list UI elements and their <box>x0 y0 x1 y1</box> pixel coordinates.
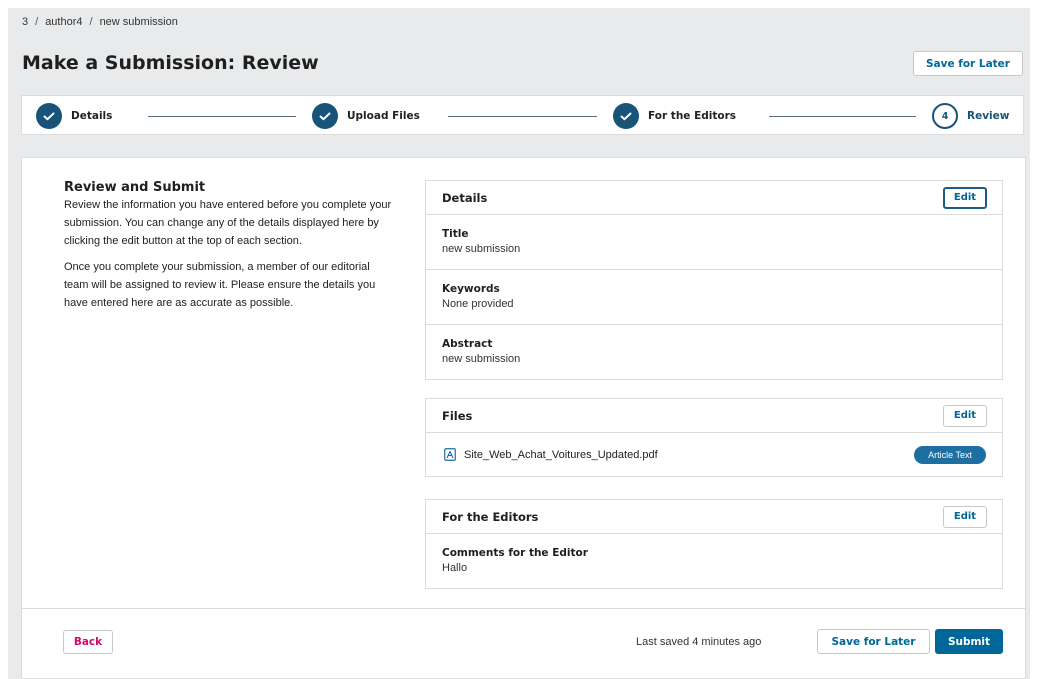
step-label: For the Editors <box>648 110 737 122</box>
step-for-the-editors[interactable]: For the Editors <box>613 103 736 129</box>
panel-title: For the Editors <box>442 509 539 524</box>
for-the-editors-panel: For the Editors Edit Comments for the Ed… <box>425 499 1003 589</box>
check-icon <box>36 103 62 129</box>
field-label: Title <box>442 228 469 240</box>
check-icon <box>312 103 338 129</box>
pdf-file-icon <box>444 448 456 461</box>
breadcrumb-separator: / <box>89 16 93 28</box>
last-saved-status: Last saved 4 minutes ago <box>636 636 762 648</box>
intro-paragraph: Review the information you have entered … <box>64 199 392 247</box>
review-heading: Review and Submit <box>64 180 206 195</box>
page-frame: 3 / author4 / new submission Make a Subm… <box>8 8 1030 679</box>
breadcrumb-item-author[interactable]: author4 <box>45 16 82 28</box>
field-value: new submission <box>442 353 521 365</box>
file-name-label: Site_Web_Achat_Voitures_Updated.pdf <box>464 448 658 461</box>
progress-steps: Details Upload Files For the Editors 4 R… <box>21 95 1024 135</box>
submit-button[interactable]: Submit <box>935 629 1003 654</box>
field-value: new submission <box>442 243 521 255</box>
panel-header: Files Edit <box>426 399 1002 433</box>
field-value: None provided <box>442 298 514 310</box>
footer-divider <box>22 608 1025 609</box>
intro-paragraph: Once you complete your submission, a mem… <box>64 261 376 309</box>
review-card: Review and Submit Review the information… <box>21 157 1026 679</box>
save-for-later-button[interactable]: Save for Later <box>817 629 930 654</box>
step-connector <box>769 116 916 117</box>
step-label: Details <box>71 110 113 122</box>
abstract-field: Abstract new submission <box>426 325 1002 379</box>
back-button[interactable]: Back <box>63 630 113 654</box>
files-panel: Files Edit Site_Web_Achat_Voitures_Updat… <box>425 398 1003 477</box>
step-review[interactable]: 4 Review <box>932 103 1009 129</box>
panel-header: For the Editors Edit <box>426 500 1002 534</box>
field-label: Keywords <box>442 283 500 295</box>
save-for-later-button-top[interactable]: Save for Later <box>913 51 1023 76</box>
step-details[interactable]: Details <box>36 103 112 129</box>
details-panel: Details Edit Title new submission Keywor… <box>425 180 1003 380</box>
keywords-field: Keywords None provided <box>426 270 1002 325</box>
breadcrumb: 3 / author4 / new submission <box>22 16 178 28</box>
field-value: Hallo <box>442 562 468 574</box>
panel-title: Files <box>442 408 473 423</box>
step-number: 4 <box>932 103 958 129</box>
breadcrumb-item-current: new submission <box>99 16 178 28</box>
breadcrumb-separator: / <box>35 16 39 28</box>
edit-for-the-editors-button[interactable]: Edit <box>943 505 987 528</box>
review-intro: Review and Submit Review the information… <box>64 180 394 312</box>
step-label: Upload Files <box>347 110 420 122</box>
breadcrumb-item-id[interactable]: 3 <box>22 16 28 28</box>
file-row: Site_Web_Achat_Voitures_Updated.pdf Arti… <box>426 433 1002 476</box>
panel-header: Details Edit <box>426 181 1002 215</box>
step-connector <box>448 116 597 117</box>
panel-title: Details <box>442 190 488 205</box>
file-type-badge: Article Text <box>914 445 986 464</box>
step-connector <box>148 116 296 117</box>
edit-details-button[interactable]: Edit <box>943 186 987 209</box>
check-icon <box>613 103 639 129</box>
title-field: Title new submission <box>426 215 1002 270</box>
file-name[interactable]: Site_Web_Achat_Voitures_Updated.pdf <box>444 448 658 461</box>
comments-field: Comments for the Editor Hallo <box>426 534 1002 588</box>
step-label: Review <box>967 110 1010 122</box>
edit-files-button[interactable]: Edit <box>943 404 987 427</box>
page-title: Make a Submission: Review <box>22 52 319 74</box>
field-label: Comments for the Editor <box>442 547 588 559</box>
step-upload-files[interactable]: Upload Files <box>312 103 420 129</box>
field-label: Abstract <box>442 338 493 350</box>
